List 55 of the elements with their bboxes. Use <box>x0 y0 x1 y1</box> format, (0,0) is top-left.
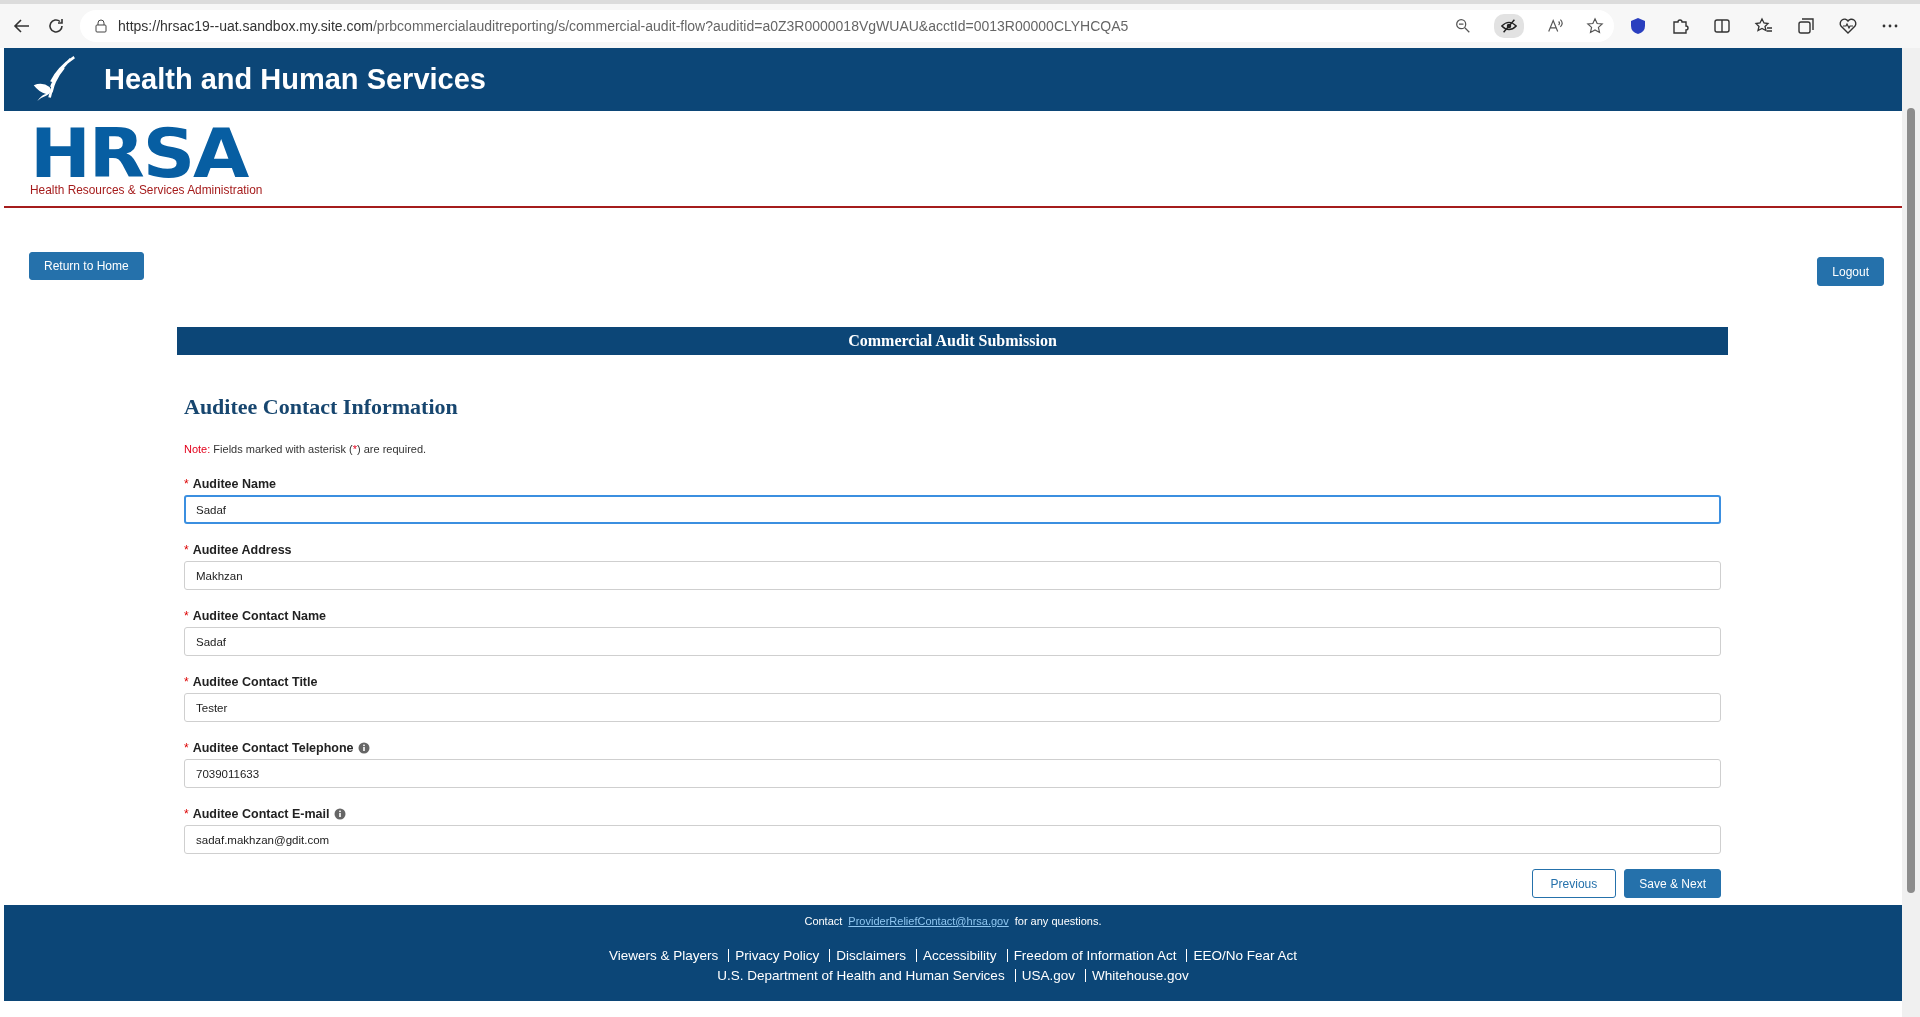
footer-link[interactable]: Disclaimers <box>829 948 907 962</box>
text-field[interactable]: Makhzan <box>184 561 1721 590</box>
text-field[interactable]: Tester <box>184 693 1721 722</box>
zoom-out-icon[interactable] <box>1454 17 1472 35</box>
field-label: Auditee Name <box>192 477 277 491</box>
shield-icon[interactable] <box>1628 16 1648 36</box>
info-icon[interactable] <box>333 808 346 820</box>
footer-link[interactable]: USA.gov <box>1014 968 1075 982</box>
lock-icon <box>94 19 108 33</box>
field-label: Auditee Contact E-mail <box>192 807 330 821</box>
save-next-button[interactable]: Save & Next <box>1624 869 1721 898</box>
logo-subtitle: Health Resources & Services Administration <box>30 182 263 197</box>
previous-button[interactable]: Previous <box>1531 869 1617 898</box>
url-text: https://hrsac19--uat.sandbox.my.site.com/prbcommercialauditreporting/s/commercial-audit-flow?auditid=a0Z3R0000018VgWUAU&acctId=0013R00000CLYHCQA5 <box>118 18 1129 34</box>
footer-link[interactable]: Accessibility <box>916 948 997 962</box>
field-label: Auditee Contact Title <box>192 675 318 689</box>
footer-link[interactable]: Viewers & Players <box>609 947 719 963</box>
text-field[interactable]: 7039011633 <box>184 759 1721 788</box>
text-field[interactable]: sadaf.makhzan@gdit.com <box>184 825 1721 854</box>
required-asterisk: * <box>184 741 189 755</box>
required-asterisk: * <box>184 675 189 689</box>
footer-link[interactable]: Privacy Policy <box>728 948 820 962</box>
footer-link[interactable]: Freedom of Information Act <box>1006 948 1177 962</box>
text-field[interactable]: Sadaf <box>184 495 1721 524</box>
field-label: Auditee Contact Telephone <box>192 741 354 755</box>
logout-button[interactable]: Logout <box>1817 257 1884 286</box>
scrollbar[interactable] <box>1902 48 1920 1017</box>
field-label: Auditee Contact Name <box>192 609 327 623</box>
section-banner: Commercial Audit Submission <box>177 327 1728 355</box>
required-asterisk: * <box>184 477 189 491</box>
required-asterisk: * <box>184 609 189 623</box>
return-home-button[interactable]: Return to Home <box>29 252 144 280</box>
footer-link[interactable]: U.S. Department of Health and Human Services <box>717 967 1005 983</box>
split-screen-icon[interactable] <box>1712 16 1732 36</box>
hidden-eye-icon[interactable] <box>1494 14 1524 38</box>
required-note: Note: Fields marked with asterisk (*) are required. <box>184 443 428 455</box>
required-asterisk: * <box>184 807 189 821</box>
section-heading: Auditee Contact Information <box>184 393 459 421</box>
star-icon[interactable] <box>1586 17 1604 35</box>
footer-link[interactable]: EEO/No Fear Act <box>1186 948 1297 962</box>
required-asterisk: * <box>184 543 189 557</box>
contact-text: for any questions. <box>1014 915 1102 927</box>
heart-pulse-icon[interactable] <box>1838 16 1858 36</box>
info-icon[interactable] <box>357 742 370 754</box>
hrsa-logo: HRSA <box>30 126 249 182</box>
footer-link[interactable]: Whitehouse.gov <box>1084 968 1189 982</box>
refresh-icon[interactable] <box>46 16 66 36</box>
contact-email-link[interactable]: ProviderReliefContact@hrsa.gov <box>848 915 1009 927</box>
contact-text: Contact <box>804 915 843 927</box>
site-title: Health and Human Services <box>104 63 486 96</box>
puzzle-icon[interactable] <box>1670 16 1690 36</box>
collections-icon[interactable] <box>1796 16 1816 36</box>
text-field[interactable]: Sadaf <box>184 627 1721 656</box>
field-label: Auditee Address <box>192 543 292 557</box>
address-bar[interactable]: https://hrsac19--uat.sandbox.my.site.com/prbcommercialauditreporting/s/commercial-audit-flow?auditid=a0Z3R0000018VgWUAU&acctId=0013R00000CLYHCQA5 <box>80 10 1614 42</box>
